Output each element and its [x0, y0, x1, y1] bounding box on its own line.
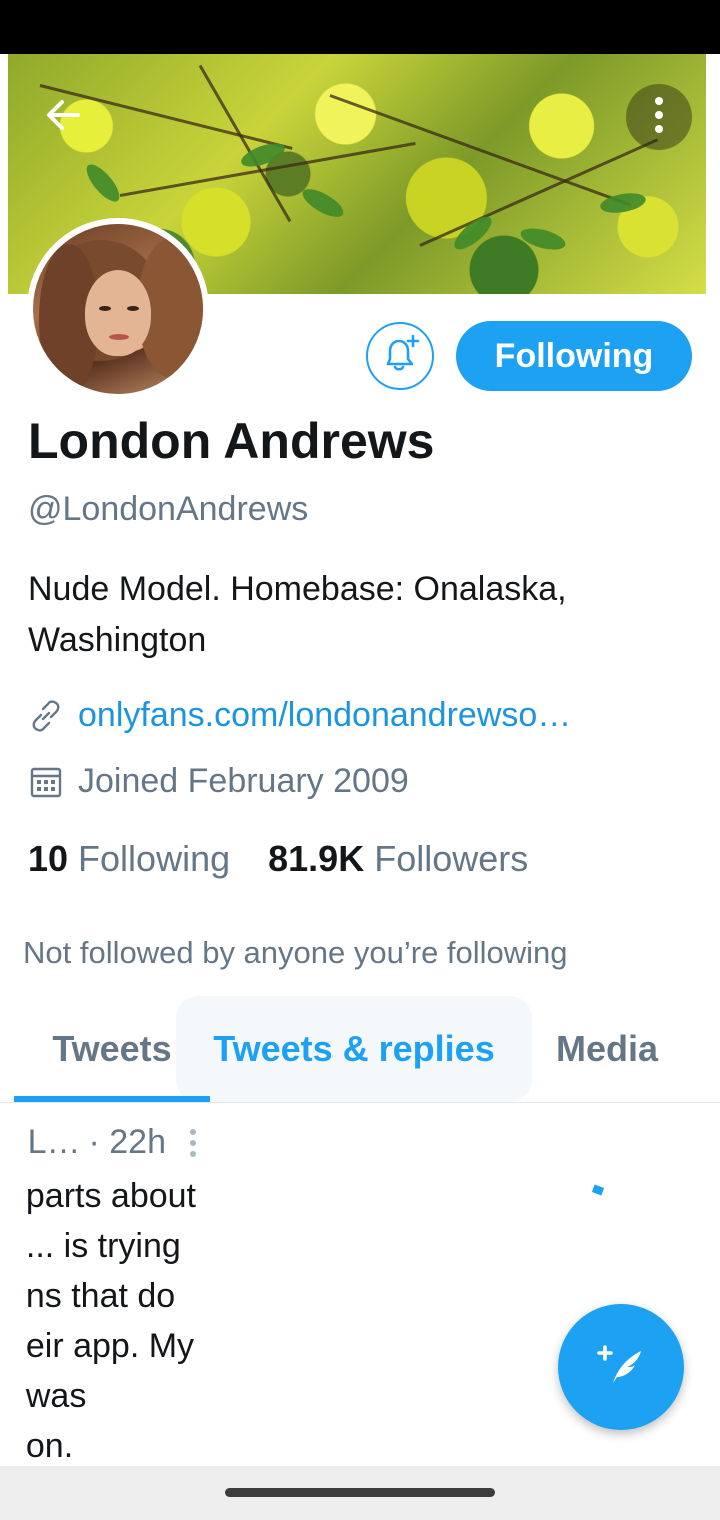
followed-by-info: Not followed by anyone you’re following	[23, 935, 568, 970]
arrow-left-icon	[42, 94, 84, 141]
back-button[interactable]	[30, 84, 96, 150]
followers-count: 81.9K	[268, 838, 365, 879]
home-gesture-handle[interactable]	[225, 1488, 495, 1497]
following-count-link[interactable]: 10 Following	[28, 838, 230, 880]
loading-indicator	[591, 1184, 605, 1196]
website-url[interactable]: onlyfans.com/londonandrewso…	[78, 696, 571, 735]
tweet-line: was	[25, 1377, 87, 1415]
tweet-more-icon[interactable]	[190, 1128, 196, 1157]
profile-bio: Nude Model. Homebase: Onalaska, Washingt…	[28, 564, 688, 666]
compose-tweet-button[interactable]	[558, 1304, 684, 1430]
display-name: London Andrews	[28, 413, 435, 469]
website-link[interactable]: onlyfans.com/londonandrewso…	[28, 696, 571, 735]
bio-line: Nude Model. Homebase: Onalaska,	[28, 570, 567, 608]
profile-avatar[interactable]	[27, 218, 209, 400]
joined-date: Joined February 2009	[28, 762, 409, 801]
profile-tabs: Tweets Tweets & replies Media	[0, 996, 720, 1102]
follow-counts: 10 Following 81.9K Followers	[28, 838, 566, 880]
tweet-text: parts about ... is trying ns that do eir…	[26, 1171, 196, 1465]
user-handle: @LondonAndrews	[28, 490, 309, 528]
joined-text: Joined February 2009	[78, 762, 409, 800]
calendar-icon	[28, 764, 64, 800]
followers-count-link[interactable]: 81.9K Followers	[268, 838, 528, 880]
notifications-toggle-button[interactable]	[366, 322, 434, 390]
more-options-button[interactable]	[626, 84, 692, 150]
more-vertical-icon	[653, 95, 665, 140]
bio-line: Washington	[28, 621, 207, 659]
tweet-line: eir app. My	[25, 1327, 195, 1365]
following-button[interactable]: Following	[456, 321, 692, 391]
followers-label: Followers	[374, 838, 529, 879]
following-label: Following	[78, 838, 231, 879]
tweet-line: parts about	[25, 1177, 196, 1215]
tab-media[interactable]: Media	[532, 996, 682, 1102]
tweet-author: L…	[27, 1123, 81, 1161]
status-bar	[0, 0, 720, 54]
tab-tweets-and-replies[interactable]: Tweets & replies	[176, 996, 532, 1102]
tweet-line: ... is trying	[25, 1227, 181, 1265]
avatar-photo	[33, 224, 203, 394]
tweet-line: on.	[25, 1427, 74, 1465]
bell-plus-icon	[378, 332, 422, 381]
tweet-card[interactable]: L… · 22h parts about ... is trying ns th…	[0, 1103, 210, 1465]
tweet-header: L… · 22h	[28, 1123, 196, 1162]
following-count: 10	[28, 838, 69, 879]
compose-tweet-icon	[591, 1335, 651, 1400]
tweet-time: · 22h	[88, 1123, 167, 1161]
link-icon	[28, 698, 64, 734]
system-navigation-bar	[0, 1466, 720, 1520]
tweet-line: ns that do	[25, 1277, 176, 1315]
